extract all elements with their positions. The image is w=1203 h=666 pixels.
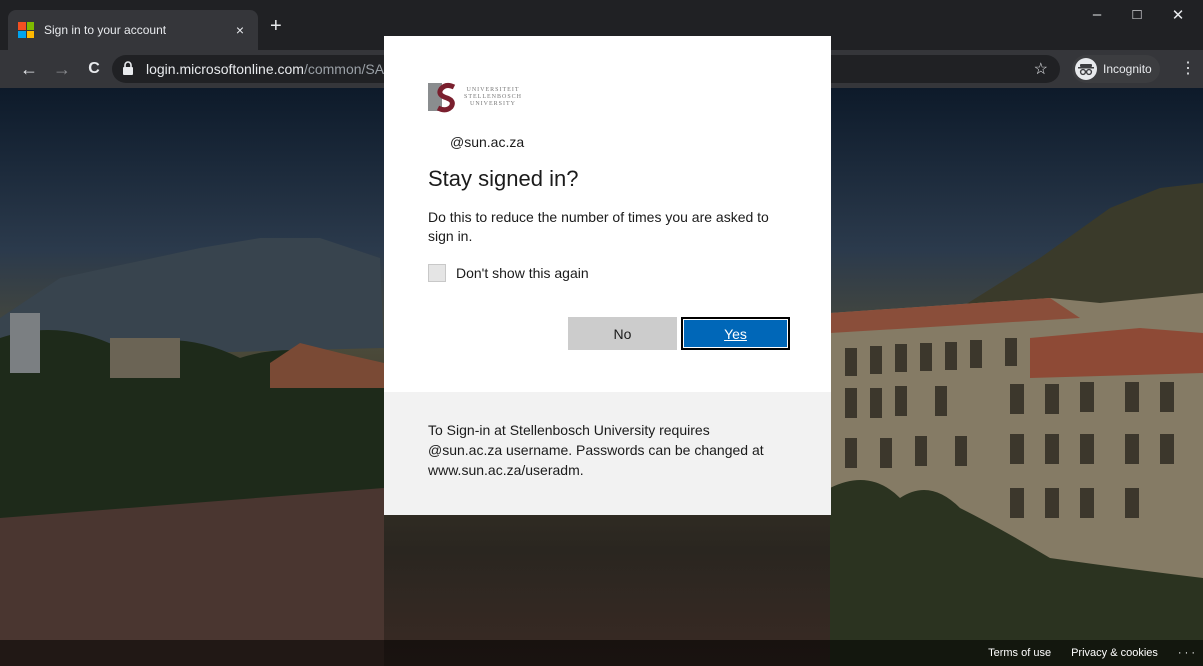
new-tab-button[interactable]: + (270, 16, 282, 36)
dont-show-again-checkbox[interactable] (428, 264, 446, 282)
microsoft-logo-icon (18, 22, 34, 38)
account-identity: @sun.ac.za (450, 134, 525, 150)
logo-line-3: UNIVERSITY (470, 100, 516, 107)
minimize-button[interactable]: – (1077, 6, 1117, 23)
no-button[interactable]: No (568, 317, 677, 350)
browser-menu-icon[interactable]: ⋮ (1180, 58, 1196, 80)
incognito-icon (1075, 58, 1097, 80)
incognito-indicator[interactable]: Incognito (1072, 55, 1160, 83)
lock-icon (122, 61, 136, 77)
university-logo: UNIVERSITEIT STELLENBOSCH UNIVERSITY (428, 80, 787, 114)
logo-line-2: STELLENBOSCH (464, 93, 523, 100)
forward-button[interactable]: → (50, 57, 74, 81)
reload-button[interactable]: C (82, 57, 106, 81)
close-window-button[interactable]: ✕ (1158, 6, 1198, 24)
checkbox-label: Don't show this again (456, 265, 589, 281)
dialog-main: UNIVERSITEIT STELLENBOSCH UNIVERSITY @su… (384, 36, 831, 392)
yes-button[interactable]: Yes (681, 317, 790, 350)
tab-title: Sign in to your account (44, 23, 167, 37)
logo-line-1: UNIVERSITEIT (466, 86, 520, 93)
page-title: Stay signed in? (428, 166, 579, 191)
sign-in-dialog: UNIVERSITEIT STELLENBOSCH UNIVERSITY @su… (384, 36, 831, 515)
bookmark-star-icon[interactable]: ☆ (1034, 59, 1048, 79)
browser-tab[interactable]: Sign in to your account × (8, 10, 258, 50)
dont-show-again-row[interactable]: Don't show this again (428, 264, 787, 282)
tab-close-icon[interactable]: × (232, 22, 248, 38)
page-footer: Terms of use Privacy & cookies · · · (0, 640, 1203, 666)
incognito-label: Incognito (1103, 62, 1152, 76)
info-panel: To Sign-in at Stellenbosch University re… (384, 392, 831, 515)
terms-link[interactable]: Terms of use (988, 647, 1051, 659)
maximize-button[interactable]: □ (1117, 6, 1157, 23)
url-host: login.microsoftonline.com (146, 61, 304, 77)
back-button[interactable]: ← (17, 57, 41, 81)
button-row: No Yes (568, 317, 790, 350)
privacy-link[interactable]: Privacy & cookies (1071, 647, 1158, 659)
description-text: Do this to reduce the number of times yo… (428, 209, 769, 244)
logo-text: UNIVERSITEIT STELLENBOSCH UNIVERSITY (464, 87, 522, 108)
stellenbosch-logo-icon (428, 81, 458, 113)
more-options-button[interactable]: · · · (1178, 647, 1195, 659)
